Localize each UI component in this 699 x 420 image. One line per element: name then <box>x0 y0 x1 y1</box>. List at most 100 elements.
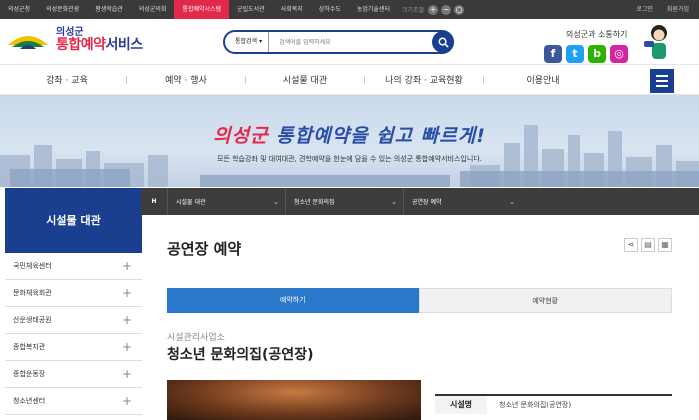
sidebar-item-youth-center[interactable]: 청소년센터 + <box>5 388 142 415</box>
sidebar-item-label: 종합복지관 <box>13 343 46 351</box>
logo-emblem-icon <box>6 29 50 51</box>
site-link-culture-tourism[interactable]: 의성문화관광 <box>38 0 87 19</box>
site-link-county-council[interactable]: 의성군의회 <box>131 0 175 19</box>
banner-headline-rest: 을 쉽고 빠르게! <box>350 125 486 147</box>
twitter-icon[interactable]: t <box>566 45 584 63</box>
site-link-agri-center[interactable]: 농업기술센터 <box>349 0 398 19</box>
venue-photo <box>167 380 421 420</box>
search-category-select[interactable]: 통합검색 ▾ <box>225 32 270 52</box>
sidebar-item-label: 문화체육회관 <box>13 289 52 297</box>
sidebar-item-label: 종합운동장 <box>13 370 46 378</box>
logo-accent-text: 통합예약 <box>56 37 106 53</box>
sidebar-item-welfare-center[interactable]: 종합복지관 + <box>5 334 142 361</box>
nav-my-courses[interactable]: 나의 강좌 · 교육현황 <box>365 73 483 86</box>
login-link[interactable]: 로그인 <box>636 0 653 19</box>
search-category-label: 통합검색 <box>235 38 258 45</box>
social-title: 의성군과 소통하기 <box>566 30 628 39</box>
sidebar-item-label: 청소년센터 <box>13 397 46 405</box>
zoom-in-button[interactable]: + <box>428 4 439 15</box>
hamburger-menu-button[interactable] <box>650 69 674 93</box>
plus-icon: + <box>121 286 132 300</box>
banner-headline-accent: 통합예약 <box>276 125 351 147</box>
hero-banner: 의성군 통합예약을 쉽고 빠르게! 모든 학습강좌 및 대여대관, 견학예약을 … <box>0 95 699 187</box>
zoom-out-button[interactable]: − <box>441 4 452 15</box>
chevron-down-icon: ⌄ <box>273 197 279 206</box>
sidebar-item-stadium[interactable]: 종합운동장 + <box>5 361 142 388</box>
chevron-down-icon: ⌄ <box>391 197 397 206</box>
zoom-control: 크기조절 + − ○ <box>402 4 467 15</box>
plus-icon: + <box>121 313 132 327</box>
sidebar-item-culture-sports-hall[interactable]: 문화체육회관 + <box>5 280 142 307</box>
hamburger-icon <box>656 75 668 77</box>
social-section: 의성군과 소통하기 f t b ◎ <box>544 29 632 63</box>
site-header: 의성군 통합예약서비스 통합검색 ▾ 의성군과 소통하기 f t b ◎ <box>0 19 699 65</box>
search-input[interactable] <box>269 38 432 46</box>
nav-facility-rental[interactable]: 시설물 대관 <box>246 73 364 86</box>
site-link-library[interactable]: 군립도서관 <box>229 0 273 19</box>
tab-reservation-status[interactable]: 예약현황 <box>418 288 672 313</box>
venue-info-row: 시설명 청소년 문화의집(공연장) <box>435 394 672 414</box>
facebook-icon[interactable]: f <box>544 45 562 63</box>
breadcrumb: H 시설물 대관 ⌄ 청소년 문화의집 ⌄ 공연장 예약 ⌄ <box>141 188 699 215</box>
sidebar: 시설물 대관 국민체육센터 + 문화체육회관 + 산운생태공원 + 종합복지관 + 종합… <box>5 188 142 415</box>
share-icon[interactable]: ⋖ <box>624 238 638 252</box>
page-title: 공연장 예약 <box>167 240 242 258</box>
sidebar-item-national-sports-center[interactable]: 국민체육센터 + <box>5 253 142 280</box>
main-content: H 시설물 대관 ⌄ 청소년 문화의집 ⌄ 공연장 예약 ⌄ 공연장 예약 ⋖ ▤ ▦… <box>141 188 699 420</box>
sidebar-title: 시설물 대관 <box>5 188 142 253</box>
logo-rest-text: 서비스 <box>105 37 144 53</box>
site-link-reservation-system[interactable]: 통합예약시스템 <box>174 0 230 19</box>
hamburger-icon-line <box>656 80 668 82</box>
chevron-down-icon: ▾ <box>259 38 263 45</box>
venue-title: 청소년 문화의집(공연장) <box>167 347 314 363</box>
home-icon[interactable]: H <box>141 198 167 205</box>
zoom-label: 크기조절 <box>402 7 425 14</box>
top-site-bar: 의성군청 의성문화관광 평생학습관 의성군의회 통합예약시스템 군립도서관 사회… <box>0 0 699 19</box>
banner-headline-part: 의성군 <box>213 125 277 147</box>
sidebar-item-label: 산운생태공원 <box>13 316 52 324</box>
venue-info-value: 청소년 문화의집(공연장) <box>499 401 572 409</box>
qr-code-icon[interactable]: ▦ <box>658 238 672 252</box>
page-tools: ⋖ ▤ ▦ <box>621 238 672 252</box>
account-links: 로그인 회원가입 <box>622 0 689 19</box>
breadcrumb-level-3[interactable]: 공연장 예약 ⌄ <box>403 188 521 215</box>
search-button[interactable] <box>432 31 454 53</box>
site-link-lifelong-learning[interactable]: 평생학습관 <box>87 0 131 19</box>
site-logo[interactable]: 의성군 통합예약서비스 <box>6 28 143 52</box>
breadcrumb-level-2[interactable]: 청소년 문화의집 ⌄ <box>285 188 403 215</box>
blog-icon[interactable]: b <box>588 45 606 63</box>
plus-icon: + <box>121 394 132 408</box>
chevron-down-icon: ⌄ <box>509 197 515 206</box>
signup-link[interactable]: 회원가입 <box>667 0 689 19</box>
print-icon[interactable]: ▤ <box>641 238 655 252</box>
banner-headline: 의성군 통합예약을 쉽고 빠르게! <box>0 121 699 148</box>
nav-reservations[interactable]: 예약 · 행사 <box>127 73 245 86</box>
breadcrumb-level-1[interactable]: 시설물 대관 ⌄ <box>167 188 285 215</box>
site-link-uiseong-county[interactable]: 의성군청 <box>0 0 38 19</box>
reservation-tabs: 예약하기 예약현황 <box>167 288 672 313</box>
facility-organization: 시설관리사업소 <box>167 333 225 343</box>
breadcrumb-label: 청소년 문화의집 <box>294 199 335 206</box>
site-link-social-welfare[interactable]: 사회복지 <box>273 0 311 19</box>
tab-reserve[interactable]: 예약하기 <box>167 288 419 313</box>
plus-icon: + <box>121 340 132 354</box>
breadcrumb-label: 시설물 대관 <box>176 199 206 206</box>
plus-icon: + <box>121 259 132 273</box>
page-header: 공연장 예약 ⋖ ▤ ▦ <box>167 238 672 259</box>
mascot-icon <box>643 23 675 63</box>
search-bar: 통합검색 ▾ <box>223 30 454 54</box>
hamburger-icon-line <box>656 85 668 87</box>
nav-usage-guide[interactable]: 이용안내 <box>484 73 602 86</box>
zoom-reset-button[interactable]: ○ <box>454 4 465 15</box>
main-navigation: 강좌 · 교육 예약 · 행사 시설물 대관 나의 강좌 · 교육현황 이용안내 <box>0 65 699 95</box>
nav-courses[interactable]: 강좌 · 교육 <box>8 73 126 86</box>
search-icon <box>438 37 449 48</box>
venue-info-label: 시설명 <box>435 396 487 414</box>
breadcrumb-label: 공연장 예약 <box>412 199 442 206</box>
sidebar-item-eco-park[interactable]: 산운생태공원 + <box>5 307 142 334</box>
logo-service-name: 통합예약서비스 <box>56 38 143 52</box>
site-link-water-sewage[interactable]: 상하수도 <box>311 0 349 19</box>
plus-icon: + <box>121 367 132 381</box>
instagram-icon[interactable]: ◎ <box>610 45 628 63</box>
banner-subtitle: 모든 학습강좌 및 대여대관, 견학예약을 한눈에 담을 수 있는 의성군 통합… <box>217 155 482 163</box>
